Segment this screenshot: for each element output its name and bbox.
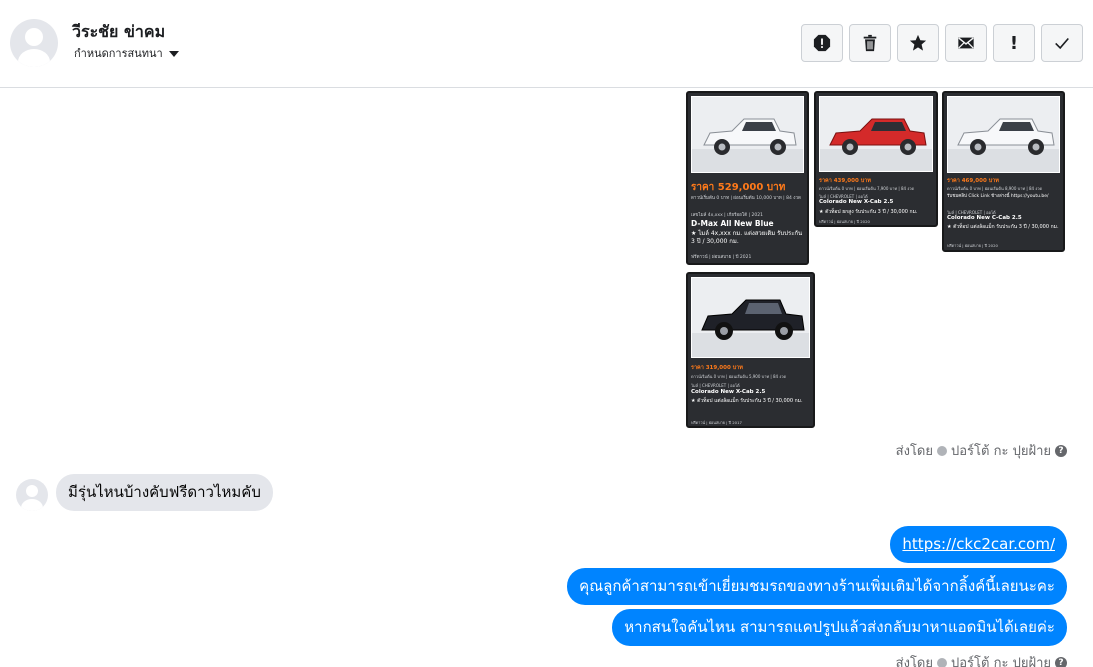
delete-button[interactable] <box>849 24 891 62</box>
sender-name[interactable]: ปอร์โต้ กะ ปุยฝ้าย <box>951 440 1051 461</box>
car-feature-text: ★ ตัวท็อป แต่งล้อแม็ก รับประกัน 3 ปี / 3… <box>691 398 803 404</box>
mark-done-button[interactable] <box>1041 24 1083 62</box>
star-button[interactable] <box>897 24 939 62</box>
car-meta-text: ฟรีดาวน์ | ผ่อนสบาย | ปี 2020 <box>819 219 870 224</box>
car-feature-text: ★ ตัวท็อป ยกสูง รับประกัน 3 ปี / 30,000 … <box>819 209 918 215</box>
check-icon <box>1055 37 1069 50</box>
help-icon[interactable]: ? <box>1055 444 1067 457</box>
car-spec-text: เลขไมล์ 4x,xxx | เกียร์ออโต้ | 2021 <box>691 213 764 218</box>
car-meta-text: ฟรีดาวน์ | ผ่อนสบาย | ปี 2021 <box>691 255 752 260</box>
spam-icon <box>813 34 831 52</box>
car-model: D-Max All New Blue <box>691 219 774 228</box>
sent-by-label: ส่งโดย ปอร์โต้ กะ ปุยฝ้าย ? <box>896 440 1067 461</box>
sent-by-prefix: ส่งโดย <box>895 656 933 667</box>
car-photo <box>947 96 1060 173</box>
car-price: ราคา 319,000 บาท <box>691 365 743 371</box>
car-model: Colorado New X-Cab 2.5 <box>819 199 894 205</box>
car-price: ราคา 469,000 บาท <box>947 178 999 184</box>
car-feature-text: ★ ไมล์ 4x,xxx กม. แต่งสวยเดิม รับประกัน … <box>691 230 803 246</box>
conversation-header: วีระชัย ข่าคม กำหนดการสนทนา ! <box>0 0 1093 88</box>
car-meta-text: ฟรีดาวน์ | ผ่อนสบาย | ปี 2020 <box>947 243 998 248</box>
mark-spam-button[interactable] <box>801 24 843 62</box>
car-installment-text: ดาวน์เริ่มต้น 0 บาท | ผ่อนเริ่มต้น 7,900… <box>819 186 915 191</box>
exclamation-icon: ! <box>1009 32 1019 54</box>
car-installment-text: ดาวน์เริ่มต้น 0 บาท | ผ่อนเริ่มต้น 8,900… <box>947 186 1043 191</box>
star-icon <box>909 34 927 51</box>
caret-down-icon <box>168 50 179 57</box>
follow-up-button[interactable]: ! <box>993 24 1035 62</box>
car-video-link-text[interactable]: รับชมคลิป Click Link ข้างล่างนี้ https:/… <box>947 192 1060 199</box>
sender-avatar[interactable] <box>16 479 48 511</box>
car-listing-card[interactable]: ราคา 469,000 บาท ดาวน์เริ่มต้น 0 บาท | ผ… <box>942 91 1065 252</box>
contact-avatar[interactable] <box>10 19 58 67</box>
car-listing-card[interactable]: ราคา 529,000 บาท ดาวน์เริ่มต้น 0 บาท | ผ… <box>686 91 809 265</box>
car-meta-text: ฟรีดาวน์ | ผ่อนสบาย | ปี 2017 <box>691 420 742 425</box>
verified-icon <box>937 657 947 667</box>
car-listing-card[interactable]: ราคา 319,000 บาท ดาวน์เริ่มต้น 0 บาท | ผ… <box>686 272 815 428</box>
incoming-message-bubble[interactable]: มีรุ่นไหนบ้างคับฟรีดาวไหมคับ <box>56 474 273 511</box>
car-feature-text: ★ ตัวท็อป แต่งล้อแม็ก รับประกัน 3 ปี / 3… <box>947 224 1059 230</box>
car-price: ราคา 439,000 บาท <box>819 178 871 184</box>
car-spec-text: ไมล์ | CHEVROLET | ออโต้ <box>691 383 740 388</box>
avatar-head-shape <box>25 28 43 46</box>
envelope-icon <box>958 37 974 49</box>
car-listing-card[interactable]: ราคา 439,000 บาท ดาวน์เริ่มต้น 0 บาท | ผ… <box>814 91 938 227</box>
car-model: Colorado New C-Cab 2.5 <box>947 215 1022 221</box>
car-model: Colorado New X-Cab 2.5 <box>691 389 766 395</box>
sent-by-prefix: ส่งโดย <box>895 444 933 459</box>
avatar-head-shape <box>26 485 38 497</box>
contact-name[interactable]: วีระชัย ข่าคม <box>72 20 165 45</box>
car-installment-text: ดาวน์เริ่มต้น 0 บาท | ผ่อนเริ่มต้น 10,00… <box>691 196 801 201</box>
conversation-toolbar: ! <box>801 24 1083 62</box>
avatar-body-shape <box>21 499 43 511</box>
outgoing-message-bubble[interactable]: คุณลูกค้าสามารถเข้าเยี่ยมชมรถของทางร้านเ… <box>567 568 1067 605</box>
avatar-body-shape <box>18 49 50 67</box>
conversation-setting-dropdown[interactable]: กำหนดการสนทนา <box>74 44 179 62</box>
outgoing-message-bubble[interactable]: หากสนใจคันไหน สามารถแคปรูปแล้วส่งกลับมาห… <box>612 609 1067 646</box>
conversation-setting-label: กำหนดการสนทนา <box>74 47 163 60</box>
car-photo <box>691 277 810 358</box>
verified-icon <box>937 445 947 456</box>
car-price: ราคา 529,000 บาท <box>691 182 786 193</box>
car-installment-text: ดาวน์เริ่มต้น 0 บาท | ผ่อนเริ่มต้น 5,900… <box>691 374 787 379</box>
car-photo <box>691 96 804 173</box>
trash-icon <box>863 34 877 52</box>
car-photo <box>819 96 933 172</box>
sent-by-label: ส่งโดย ปอร์โต้ กะ ปุยฝ้าย ? <box>896 652 1067 667</box>
sender-name[interactable]: ปอร์โต้ กะ ปุยฝ้าย <box>951 652 1051 667</box>
mark-unread-button[interactable] <box>945 24 987 62</box>
help-icon[interactable]: ? <box>1055 656 1067 667</box>
outgoing-link-bubble[interactable]: https://ckc2car.com/ <box>890 526 1067 563</box>
